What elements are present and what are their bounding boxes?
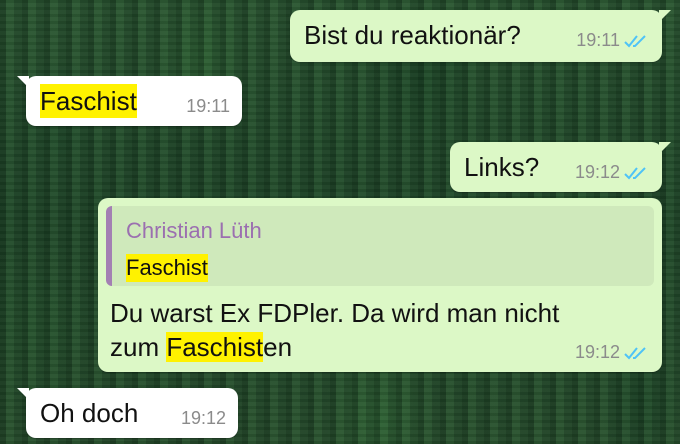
quoted-author: Christian Lüth	[126, 218, 262, 243]
double-check-read-icon	[624, 34, 646, 47]
incoming-message[interactable]: Oh doch 19:12	[17, 388, 238, 438]
double-check-read-icon	[624, 166, 646, 179]
message-line-2-pre: zum	[110, 332, 167, 362]
message-text-highlighted: Faschist	[40, 84, 137, 118]
message-line-2: zum Faschisten	[110, 330, 630, 364]
message-text: Du warst Ex FDPler. Da wird man nicht zu…	[110, 296, 630, 364]
message-meta: 19:11	[186, 96, 230, 117]
message-time: 19:11	[186, 96, 230, 116]
message-meta: 19:12	[181, 408, 226, 429]
quoted-message[interactable]: Christian Lüth Faschist	[106, 206, 654, 286]
message-text: Links?	[464, 152, 540, 182]
message-time: 19:12	[574, 162, 620, 182]
message-line-2-post: en	[263, 332, 293, 362]
message-text: Bist du reaktionär?	[304, 20, 521, 50]
message-time: 19:12	[574, 342, 620, 362]
outgoing-message[interactable]: Links? 19:12	[450, 142, 671, 192]
quoted-text: Faschist	[126, 254, 208, 282]
highlighted-word: Faschist	[166, 332, 264, 362]
outgoing-message[interactable]: Bist du reaktionär? 19:11	[290, 10, 671, 62]
message-line-1: Du warst Ex FDPler. Da wird man nicht	[110, 298, 560, 328]
outgoing-reply-message[interactable]: Christian Lüth Faschist Du warst Ex FDPl…	[98, 198, 662, 372]
message-meta: 19:12	[575, 342, 650, 363]
double-check-read-icon	[624, 346, 646, 359]
message-text: Oh doch	[40, 398, 139, 428]
message-time: 19:12	[180, 408, 226, 428]
message-meta: 19:11	[576, 30, 650, 51]
incoming-message[interactable]: Faschist 19:11	[17, 76, 242, 126]
message-meta: 19:12	[575, 162, 650, 183]
message-time: 19:11	[576, 30, 620, 50]
